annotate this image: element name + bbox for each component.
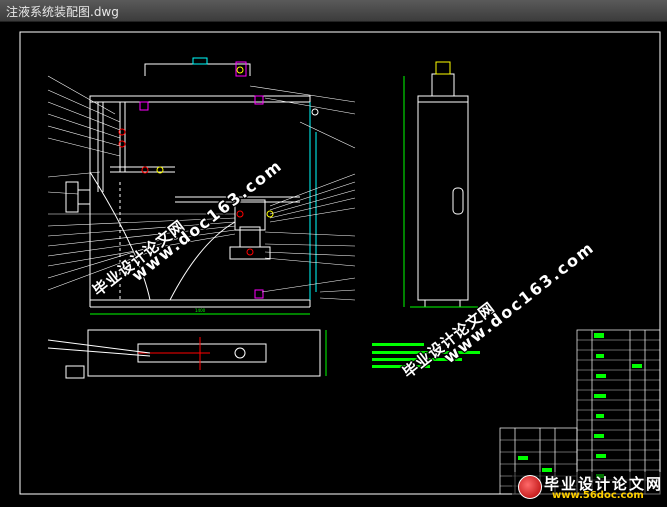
leader-lines-right — [249, 85, 356, 301]
front-view-parts — [118, 66, 319, 256]
parts-list-fill — [518, 333, 642, 484]
cad-drawing-canvas[interactable]: 1400 毕业设计论文网 www.doc163.com 毕业设计论文网 www.… — [0, 22, 667, 503]
logo-circle-icon — [518, 475, 542, 499]
footer-logo: 毕业设计论文网 www.56doc.com — [512, 472, 667, 503]
window-titlebar: 注液系统装配图.dwg — [0, 0, 667, 22]
svg-text:1400: 1400 — [195, 308, 206, 313]
side-view — [403, 61, 478, 308]
parts-list-rows — [500, 339, 660, 487]
top-view — [47, 329, 327, 379]
window-title: 注液系统装配图.dwg — [6, 5, 119, 19]
footer-site: www.56doc.com — [552, 490, 644, 501]
parts-list-table — [499, 329, 661, 495]
